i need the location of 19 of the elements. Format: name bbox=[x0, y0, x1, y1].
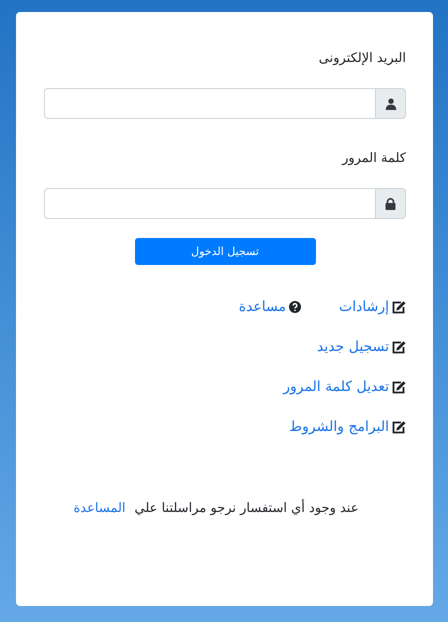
nav-link[interactable]: البرامج والشروط bbox=[289, 416, 406, 438]
nav-link[interactable]: تعديل كلمة المرور bbox=[283, 376, 406, 398]
lock-icon bbox=[385, 198, 396, 210]
help-notice: عند وجود أي استفسار نرجو مراسلتنا علي المساعدة bbox=[44, 498, 406, 520]
nav-link[interactable]: إرشادات bbox=[339, 296, 406, 318]
password-field[interactable] bbox=[44, 188, 375, 219]
help-link[interactable]: المساعدة bbox=[74, 498, 126, 520]
field-label: البريد الإلكترونى bbox=[318, 50, 406, 68]
edit-icon bbox=[392, 300, 406, 314]
help-icon bbox=[289, 301, 302, 313]
user-icon bbox=[384, 98, 396, 110]
login-button[interactable]: تسجيل الدخول bbox=[134, 238, 316, 265]
nav-link[interactable]: تسجيل جديد bbox=[317, 336, 406, 358]
edit-icon bbox=[392, 340, 406, 354]
edit-icon bbox=[392, 380, 406, 394]
email-field[interactable] bbox=[44, 88, 375, 119]
help-link[interactable]: مساعدة bbox=[238, 296, 302, 318]
field-label: كلمة المرور bbox=[340, 150, 406, 168]
edit-icon bbox=[392, 420, 406, 434]
